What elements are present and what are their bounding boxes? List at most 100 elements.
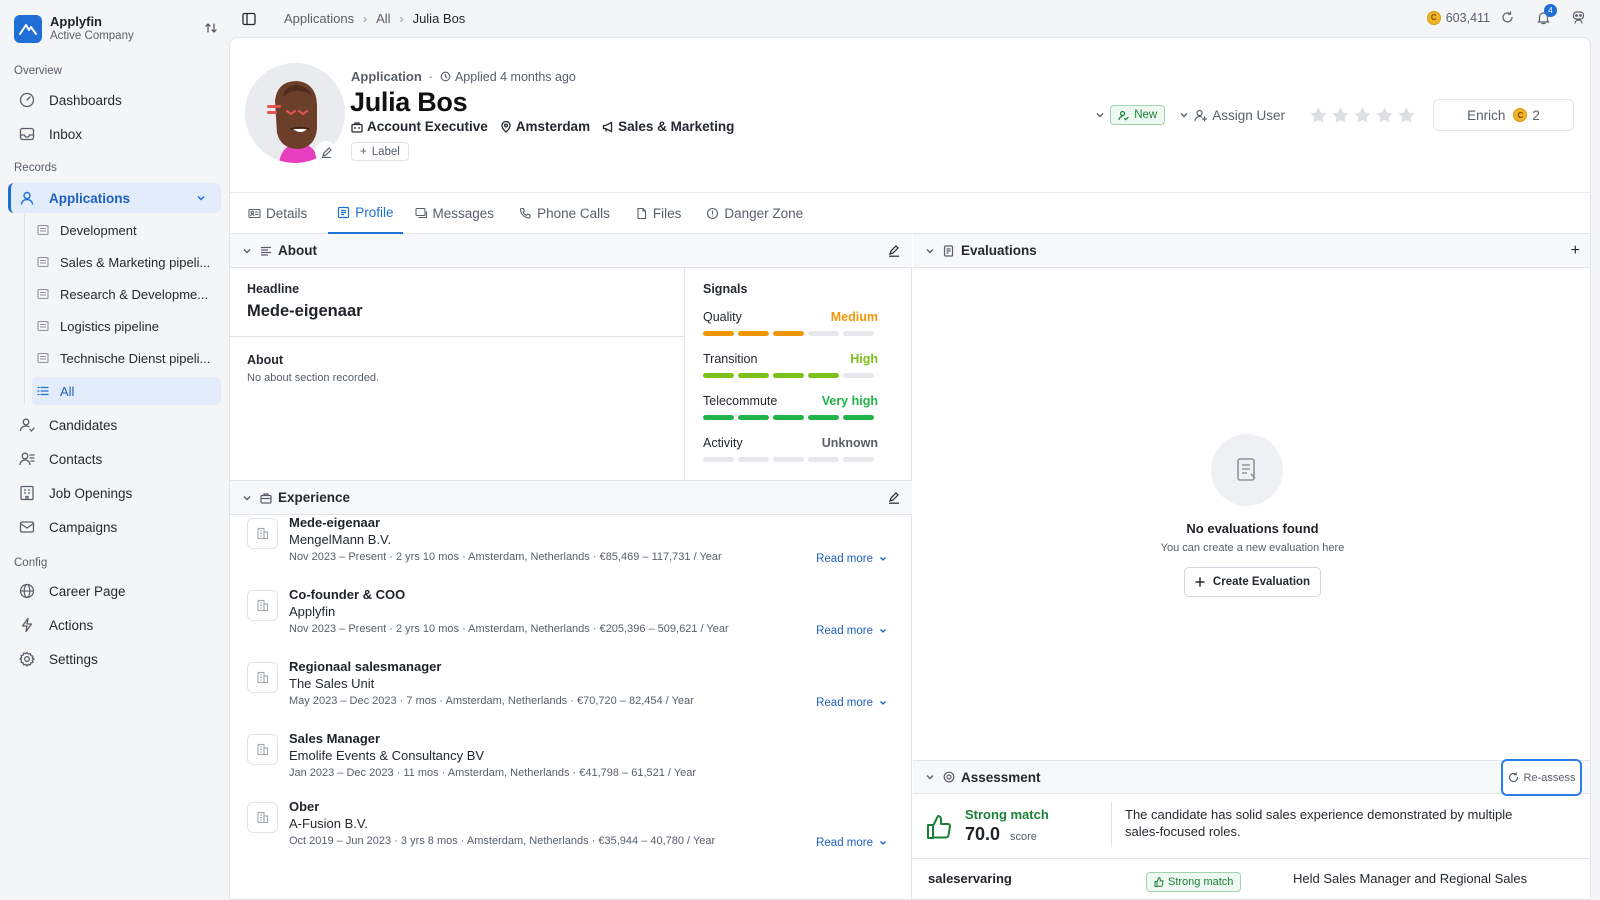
star-icon[interactable]: [1375, 106, 1394, 125]
tab-messages[interactable]: Messages: [411, 193, 508, 234]
read-more-link[interactable]: Read more: [816, 697, 887, 709]
criterion-row: saleservaring Strong match Held Sales Ma…: [913, 860, 1590, 899]
assign-user-button[interactable]: Assign User: [1179, 108, 1285, 123]
edit-pencil-icon[interactable]: [888, 244, 900, 257]
rating-stars[interactable]: [1309, 106, 1419, 125]
criterion-text: Held Sales Manager and Regional Sales: [1293, 871, 1528, 886]
sidebar-item-campaigns[interactable]: Campaigns: [8, 512, 221, 542]
experience-company: Emolife Events & Consultancy BV: [289, 748, 485, 763]
sidebar: Applyfin Active Company Overview Dashboa…: [0, 0, 229, 900]
plus-icon: [1195, 577, 1205, 587]
bell-icon[interactable]: 4: [1536, 4, 1557, 25]
brand-name: Applyfin: [50, 14, 102, 29]
sidebar-item-inbox[interactable]: Inbox: [8, 119, 221, 149]
sidebar-item-career-page[interactable]: Career Page: [8, 576, 221, 606]
briefcase-icon: [351, 121, 363, 133]
star-icon[interactable]: [1331, 106, 1350, 125]
reassess-button[interactable]: Re-assess: [1501, 759, 1582, 796]
evaluations-section-header[interactable]: Evaluations +: [913, 234, 1590, 268]
edit-avatar-button[interactable]: [315, 141, 337, 163]
sidebar-item-pipeline-technische-dienst[interactable]: Technische Dienst pipeli...: [32, 344, 221, 372]
sidebar-item-pipeline-logistics[interactable]: Logistics pipeline: [32, 312, 221, 340]
signal-segment: [703, 457, 734, 462]
refresh-icon[interactable]: [1501, 11, 1514, 24]
candidate-meta: Account Executive Amsterdam Sales & Mark…: [351, 119, 746, 134]
signal-segment: [773, 373, 804, 378]
collapse-chevron-icon[interactable]: [925, 246, 935, 256]
sidebar-item-job-openings[interactable]: Job Openings: [8, 478, 221, 508]
user-check-icon: [1118, 110, 1129, 121]
star-icon[interactable]: [1309, 106, 1328, 125]
signal-level-bar: [703, 457, 878, 462]
experience-title: Ober: [289, 799, 320, 814]
experience-company: A-Fusion B.V.: [289, 816, 369, 831]
star-icon[interactable]: [1353, 106, 1372, 125]
sidebar-item-pipeline-development[interactable]: Development: [32, 216, 221, 244]
signal-segment: [703, 415, 734, 420]
collapse-chevron-icon[interactable]: [242, 246, 252, 256]
enrich-button[interactable]: Enrich C 2: [1433, 99, 1574, 131]
add-label-button[interactable]: + Label: [351, 142, 409, 161]
create-evaluation-button[interactable]: Create Evaluation: [1184, 567, 1321, 597]
signals-panel: Signals Quality Medium Transition High Telec…: [686, 268, 912, 481]
status-select[interactable]: New: [1110, 105, 1166, 125]
add-evaluation-plus-icon[interactable]: +: [1571, 242, 1580, 260]
experience-section-header[interactable]: Experience: [230, 481, 912, 515]
company-building-icon: [247, 662, 278, 693]
read-more-link[interactable]: Read more: [816, 625, 887, 637]
company-switcher[interactable]: Applyfin Active Company: [14, 14, 224, 44]
sidebar-item-actions[interactable]: Actions: [8, 610, 221, 640]
score-unit: score: [1010, 831, 1037, 843]
sidebar-item-applications[interactable]: Applications: [8, 183, 221, 213]
empty-subtitle: You can create a new evaluation here: [1160, 542, 1345, 554]
sidebar-item-dashboards[interactable]: Dashboards: [8, 85, 221, 115]
profile-left-column: About Headline Mede-eigenaar About No ab…: [230, 234, 912, 899]
sidebar-item-pipeline-all[interactable]: All: [32, 377, 221, 405]
phone-icon: [519, 207, 532, 220]
signal-label: Quality: [703, 310, 742, 324]
experience-meta: Jan 2023 – Dec 2023 · 11 mos · Amsterdam…: [289, 767, 697, 779]
signal-label: Telecommute: [703, 394, 778, 408]
company-building-icon: [247, 590, 278, 621]
collapse-chevron-icon[interactable]: [925, 772, 935, 782]
read-more-link[interactable]: Read more: [816, 837, 887, 849]
sidebar-item-contacts[interactable]: Contacts: [8, 444, 221, 474]
application-kicker: Application · Applied 4 months ago: [351, 69, 576, 84]
signal-value: Medium: [830, 310, 878, 324]
profile-tabs: Details Profile Messages Phone Calls Fil…: [230, 192, 1590, 234]
status-chevron-down-icon[interactable]: [1095, 110, 1105, 120]
tab-details[interactable]: Details: [244, 193, 320, 234]
chevron-down-icon: [1179, 110, 1189, 120]
contacts-icon: [19, 451, 35, 467]
criterion-match-badge: Strong match: [1146, 872, 1242, 892]
tab-files[interactable]: Files: [631, 193, 695, 234]
breadcrumb-applications[interactable]: Applications: [284, 11, 354, 26]
edit-pencil-icon[interactable]: [888, 491, 900, 504]
chevron-down-icon[interactable]: [193, 190, 209, 206]
switch-arrows-icon[interactable]: [204, 21, 218, 35]
applied-date: Applied 4 months ago: [454, 69, 576, 84]
signal-value: Very high: [821, 394, 878, 408]
breadcrumb-all[interactable]: All: [376, 11, 390, 26]
empty-title: No evaluations found: [1186, 521, 1319, 536]
tab-danger-zone[interactable]: Danger Zone: [702, 193, 816, 234]
credits-coin-icon: C: [1513, 108, 1528, 122]
star-icon[interactable]: [1397, 106, 1416, 125]
application-panel: Application · Applied 4 months ago Julia…: [229, 37, 1591, 900]
tab-profile[interactable]: Profile: [328, 193, 403, 234]
tab-phone-calls[interactable]: Phone Calls: [515, 193, 623, 234]
tree-line: [24, 214, 25, 404]
about-section-header[interactable]: About: [230, 234, 912, 268]
sidebar-item-settings[interactable]: Settings: [8, 644, 221, 674]
read-more-link[interactable]: Read more: [816, 553, 887, 565]
assistant-icon[interactable]: [1571, 10, 1586, 25]
sidebar-item-candidates[interactable]: Candidates: [8, 410, 221, 440]
signal-segment: [808, 331, 839, 336]
sidebar-item-pipeline-research[interactable]: Research & Developme...: [32, 280, 221, 308]
profile-right-column: Evaluations + No evaluations found You c…: [913, 234, 1590, 899]
headline-block: Headline Mede-eigenaar: [230, 268, 685, 337]
sidebar-toggle-icon[interactable]: [242, 12, 256, 26]
collapse-chevron-icon[interactable]: [242, 493, 252, 503]
assessment-section-header[interactable]: Assessment: [913, 760, 1590, 794]
sidebar-item-pipeline-sales-marketing[interactable]: Sales & Marketing pipeli...: [32, 248, 221, 276]
